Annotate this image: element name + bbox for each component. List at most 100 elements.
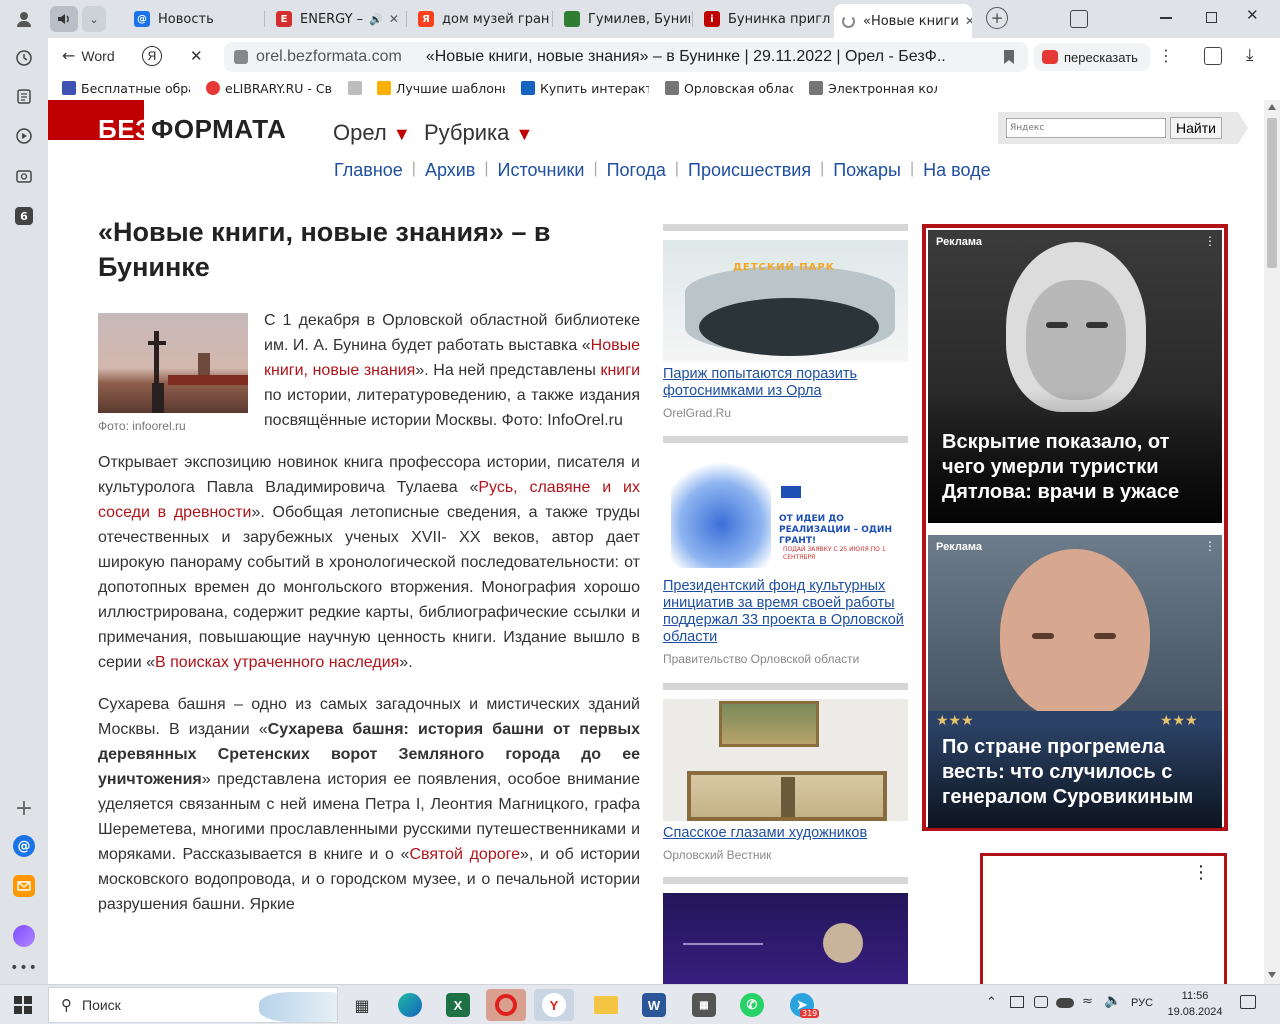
news-image[interactable]: ОТ ИДЕИ ДО РЕАЛИЗАЦИИ – ОДИН ГРАНТ! ПОДА…	[663, 452, 908, 574]
bookmark-item[interactable]	[348, 81, 367, 95]
bookmark-item[interactable]: eLIBRARY.RU - Св	[206, 81, 332, 96]
menu-item[interactable]: Погода	[607, 160, 666, 181]
search-input[interactable]	[1006, 118, 1166, 138]
mail-icon[interactable]	[12, 874, 36, 898]
minimize-button[interactable]	[1160, 17, 1172, 19]
more-icon[interactable]: •••	[10, 956, 37, 980]
alice-icon[interactable]	[12, 924, 36, 948]
news-image[interactable]	[663, 893, 908, 984]
menu-item[interactable]: Архив	[425, 160, 475, 181]
news-card: ДЕТСКИЙ ПАРК Париж попытаются поразить ф…	[663, 224, 908, 420]
taskbar-search[interactable]: ⚲ Поиск	[48, 987, 338, 1023]
task-view-icon[interactable]: ▦	[342, 989, 382, 1021]
tray-chevron-icon[interactable]: ⌃	[986, 995, 997, 1010]
news-image[interactable]: ДЕТСКИЙ ПАРК	[663, 240, 908, 362]
counter-icon[interactable]: 6	[12, 204, 36, 228]
new-tab-button[interactable]: +	[986, 7, 1008, 29]
history-icon[interactable]	[12, 46, 36, 70]
more-options-icon[interactable]: ⋮	[1204, 234, 1216, 248]
menu-item[interactable]: Источники	[498, 160, 585, 181]
windows-start-icon[interactable]	[14, 996, 32, 1014]
profile-icon[interactable]	[12, 7, 36, 31]
stop-button[interactable]: ✕	[190, 47, 203, 65]
tab-audio-button[interactable]	[50, 6, 78, 32]
more-options-icon[interactable]: ⋮	[1204, 539, 1216, 553]
mail-at-icon[interactable]: @	[12, 834, 36, 858]
bookmark-item[interactable]: Купить интеракти	[521, 81, 649, 96]
bookmark-item[interactable]: Орловская облас	[665, 81, 793, 96]
extensions-icon[interactable]	[1204, 47, 1222, 65]
ad-card[interactable]: Реклама ⋮ Вскрытие показало, от чего уме…	[928, 230, 1222, 523]
back-button[interactable]: ← Word	[62, 46, 115, 65]
address-bar[interactable]: orel.bezformata.com «Новые книги, новые …	[224, 42, 1028, 72]
scroll-up-icon[interactable]	[1268, 104, 1276, 110]
screenshot-icon[interactable]	[12, 164, 36, 188]
bookmark-item[interactable]: Электронная кол	[809, 81, 937, 96]
menu-item[interactable]: На воде	[923, 160, 991, 181]
downloads-icon[interactable]: ⤓	[1246, 45, 1254, 65]
close-window-button[interactable]: ✕	[1246, 6, 1259, 24]
article-link[interactable]: Святой дороге	[409, 846, 520, 863]
tab-buninka[interactable]: i Бунинка пригла	[696, 4, 830, 34]
close-icon[interactable]: ✕	[383, 12, 399, 26]
notes-icon[interactable]	[12, 84, 36, 108]
retell-button[interactable]: пересказать	[1034, 43, 1150, 71]
tab-strip: ⌄ @ Новость E ENERGY – 🔊 ✕ Я дом музей г…	[0, 0, 1280, 38]
menu-item[interactable]: Происшествия	[688, 160, 811, 181]
ad-card[interactable]: ★★★ ★★★ Реклама ⋮ По стране прогремела в…	[928, 535, 1222, 828]
wifi-icon[interactable]: ≈	[1082, 994, 1093, 1009]
notifications-icon[interactable]	[1240, 995, 1256, 1009]
yandex-logo-button[interactable]: Я	[142, 46, 162, 66]
article-link[interactable]: В поисках утраченного наследия	[155, 654, 399, 671]
bookmark-item[interactable]: Бесплатные обра	[62, 81, 190, 96]
cloud-icon[interactable]	[1056, 998, 1074, 1008]
more-options-icon[interactable]: ⋮	[1192, 862, 1210, 883]
site-logo[interactable]: БЕЗФОРМАТА	[48, 100, 288, 146]
tab-energy[interactable]: E ENERGY – 🔊 ✕	[268, 4, 404, 34]
calculator-icon[interactable]: ▦	[684, 989, 724, 1021]
article-link[interactable]: книги	[600, 362, 640, 379]
whatsapp-icon[interactable]: ✆	[732, 989, 772, 1021]
scroll-down-icon[interactable]	[1268, 972, 1276, 978]
volume-icon[interactable]: 🔈	[1104, 993, 1121, 1009]
search-button[interactable]: Найти	[1170, 117, 1222, 139]
news-title[interactable]: Париж попытаются поразить фотоснимками и…	[663, 366, 908, 400]
meet-icon[interactable]	[1034, 996, 1048, 1008]
language-indicator[interactable]: РУС	[1131, 997, 1153, 1009]
news-image[interactable]	[663, 699, 908, 821]
bookmark-icon[interactable]	[1004, 50, 1014, 64]
word-icon[interactable]: W	[634, 989, 674, 1021]
collections-icon[interactable]	[1070, 10, 1088, 28]
menu-dots-icon[interactable]: ⋮	[1158, 46, 1174, 65]
tab-dom-muzei[interactable]: Я дом музей гран	[410, 4, 550, 34]
page-scrollbar[interactable]	[1264, 100, 1280, 984]
retell-icon	[1042, 50, 1058, 64]
add-icon[interactable]: +	[12, 796, 36, 821]
close-icon[interactable]: ✕	[959, 14, 972, 28]
telegram-icon[interactable]: ➤ 319	[782, 989, 822, 1021]
restore-button[interactable]	[1206, 12, 1217, 23]
menu-item[interactable]: Пожары	[833, 160, 901, 181]
tab-title: Гумилев, Бунин	[588, 11, 690, 27]
edge-icon[interactable]	[390, 989, 430, 1021]
tab-novye-knigi[interactable]: «Новые книги ✕	[834, 4, 972, 38]
excel-icon[interactable]: X	[438, 989, 478, 1021]
opera-icon[interactable]	[486, 989, 526, 1021]
city-dropdown[interactable]: Орел ▼	[333, 120, 411, 146]
bookmark-item[interactable]: Лучшие шаблоны	[377, 81, 505, 96]
article-photo[interactable]: Фото: infoorel.ru	[98, 313, 248, 435]
news-title[interactable]: Спасское глазами художников	[663, 825, 908, 842]
explorer-icon[interactable]	[586, 989, 626, 1021]
tab-novost[interactable]: @ Новость	[126, 4, 260, 34]
menu-item[interactable]: Главное	[334, 160, 403, 181]
news-source: Орловский Вестник	[663, 848, 772, 862]
news-title[interactable]: Президентский фонд культурных инициатив …	[663, 578, 908, 646]
rubric-dropdown[interactable]: Рубрика ▼	[424, 120, 533, 146]
tab-gumilev[interactable]: Гумилев, Бунин	[556, 4, 690, 34]
tabs-menu-button[interactable]: ⌄	[82, 6, 106, 32]
scroll-thumb[interactable]	[1267, 118, 1277, 268]
network-icon[interactable]	[1010, 996, 1024, 1008]
yandex-browser-icon[interactable]: Y	[534, 989, 574, 1021]
clock[interactable]: 11:56 19.08.2024	[1164, 988, 1226, 1020]
video-icon[interactable]	[12, 124, 36, 148]
